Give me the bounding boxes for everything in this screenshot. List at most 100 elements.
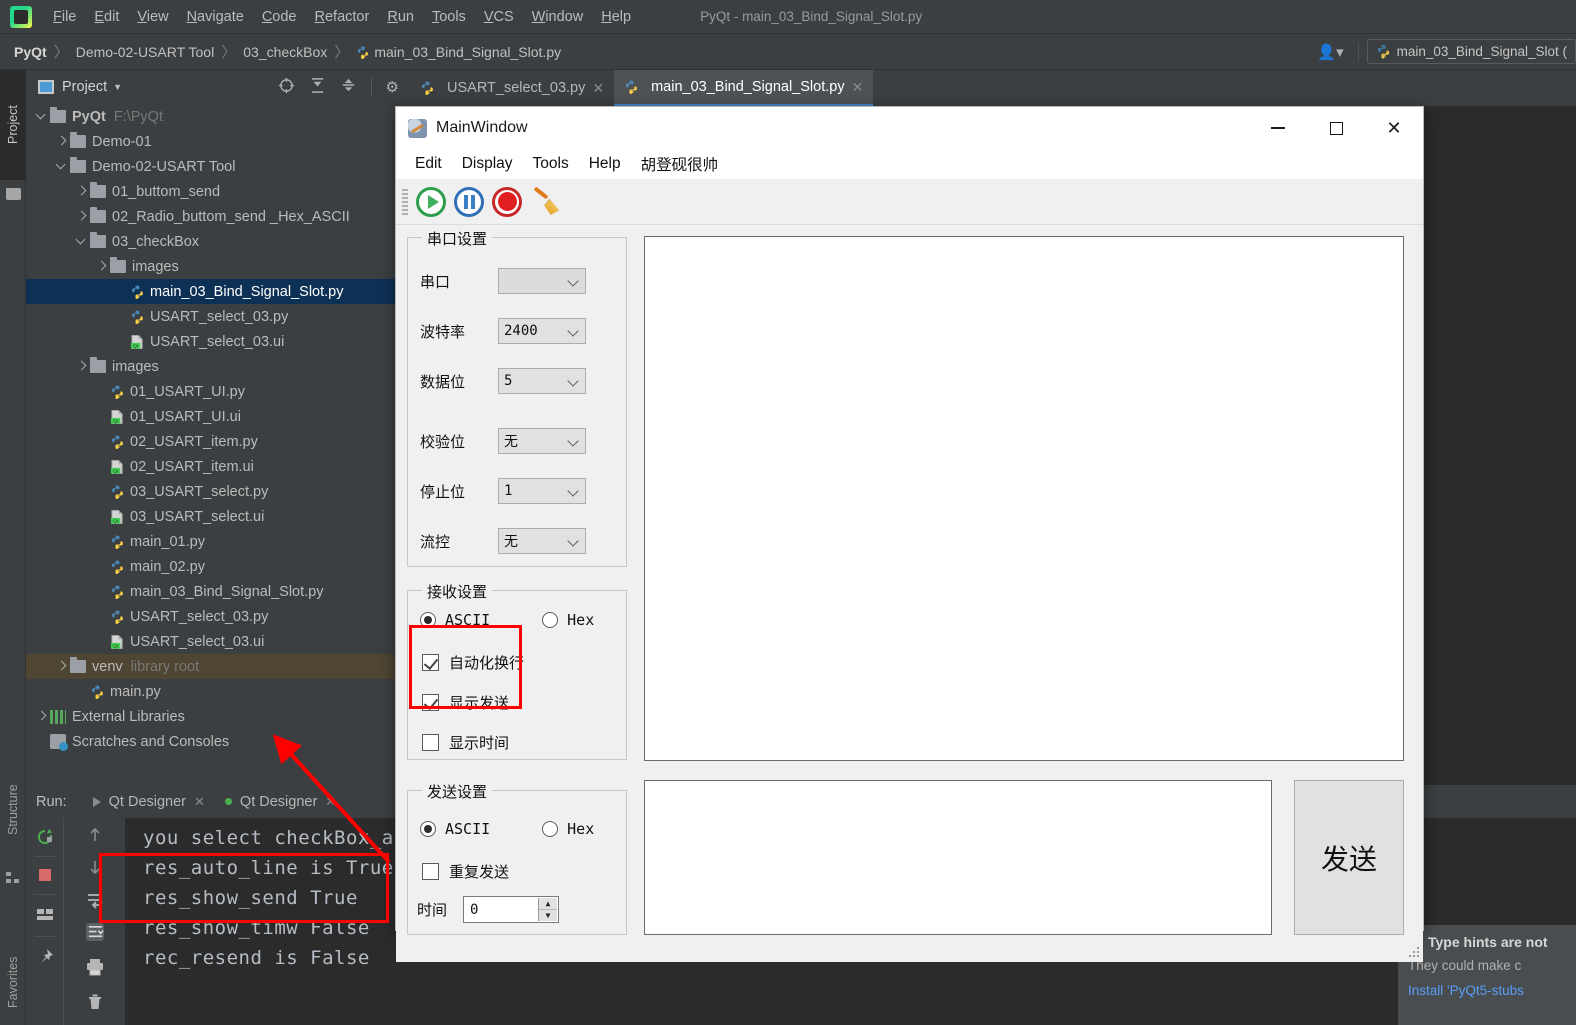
broom-icon[interactable] <box>526 183 564 221</box>
serial-combo-0[interactable] <box>498 268 586 294</box>
tree-expand-arrow-icon[interactable] <box>36 711 47 722</box>
checkbox-auto-newline[interactable]: 自动化换行 <box>422 652 524 673</box>
run-tab-1[interactable]: Qt Designer ✕ <box>215 794 346 810</box>
menu-item-refactor[interactable]: Refactor <box>306 7 379 27</box>
send-radio-hex[interactable]: Hex <box>542 820 594 838</box>
tree-row[interactable]: images <box>26 254 410 279</box>
mw-menu-item-3[interactable]: Help <box>579 155 631 173</box>
breadcrumb-item-3[interactable]: main_03_Bind_Signal_Slot.py <box>352 44 565 60</box>
pin-icon[interactable] <box>36 948 54 966</box>
menu-item-vcs[interactable]: VCS <box>475 7 523 27</box>
tree-expand-arrow-icon[interactable] <box>96 261 107 272</box>
tree-row[interactable]: Demo-02-USART Tool <box>26 154 410 179</box>
tree-expand-arrow-icon[interactable] <box>76 236 87 247</box>
pause-icon[interactable] <box>450 183 488 221</box>
locate-target-icon[interactable] <box>278 77 295 97</box>
spin-down-icon[interactable]: ▼ <box>539 910 557 921</box>
minimize-button[interactable] <box>1249 107 1307 149</box>
folder-icon[interactable] <box>6 188 21 200</box>
tool-window-button-structure[interactable]: Structure <box>0 760 26 860</box>
menu-item-window[interactable]: Window <box>523 7 593 27</box>
mw-menu-item-4[interactable]: 胡登砚很帅 <box>631 153 729 175</box>
tree-expand-arrow-icon[interactable] <box>56 136 67 147</box>
receive-radio-ascii[interactable]: ASCII <box>420 611 490 629</box>
tree-expand-arrow-icon[interactable] <box>36 111 47 122</box>
notification-action-link[interactable]: Install 'PyQt5-stubs <box>1408 983 1566 998</box>
arrow-down-icon[interactable] <box>86 858 104 876</box>
tree-row[interactable]: Qt USART_select_03.ui <box>26 329 410 354</box>
time-spinbox[interactable]: 0 ▲ ▼ <box>463 896 560 923</box>
resize-grip[interactable] <box>1408 947 1420 959</box>
tree-row[interactable]: main_01.py <box>26 529 410 554</box>
menu-item-navigate[interactable]: Navigate <box>178 7 253 27</box>
trash-icon[interactable] <box>86 993 104 1011</box>
arrow-up-icon[interactable] <box>86 826 104 844</box>
tree-row[interactable]: 01_buttom_send <box>26 179 410 204</box>
tree-row[interactable]: Qt 01_USART_UI.ui <box>26 404 410 429</box>
tree-row[interactable]: 01_USART_UI.py <box>26 379 410 404</box>
structure-icon[interactable] <box>5 870 21 886</box>
tree-row[interactable]: 03_USART_select.py <box>26 479 410 504</box>
tree-row[interactable]: main_03_Bind_Signal_Slot.py <box>26 579 410 604</box>
serial-combo-2[interactable]: 5 <box>498 368 586 394</box>
tree-row[interactable]: External Libraries <box>26 704 410 729</box>
close-tab-icon[interactable]: ✕ <box>852 79 864 96</box>
checkbox-show-time[interactable]: 显示时间 <box>422 732 509 753</box>
expand-all-icon[interactable] <box>309 77 326 97</box>
breadcrumb-item-1[interactable]: Demo-02-USART Tool <box>72 44 219 60</box>
menu-item-edit[interactable]: Edit <box>85 7 128 27</box>
tree-expand-arrow-icon[interactable] <box>56 161 67 172</box>
toolbar-grip[interactable] <box>402 188 408 215</box>
tree-row[interactable]: Scratches and Consoles <box>26 729 410 754</box>
tree-row[interactable]: 03_checkBox <box>26 229 410 254</box>
close-tab-icon[interactable]: ✕ <box>592 80 604 97</box>
menu-item-tools[interactable]: Tools <box>423 7 475 27</box>
receive-radio-hex[interactable]: Hex <box>542 611 594 629</box>
mw-menu-item-1[interactable]: Display <box>452 155 523 173</box>
spin-up-icon[interactable]: ▲ <box>539 898 558 910</box>
mw-menu-item-0[interactable]: Edit <box>405 155 452 173</box>
serial-combo-5[interactable]: 无 <box>498 528 586 554</box>
tree-expand-arrow-icon[interactable] <box>76 186 87 197</box>
tree-row[interactable]: PyQt F:\PyQt <box>26 104 410 129</box>
tree-row[interactable]: Demo-01 <box>26 129 410 154</box>
tree-row[interactable]: USART_select_03.py <box>26 604 410 629</box>
tree-row[interactable]: main_02.py <box>26 554 410 579</box>
tree-row[interactable]: USART_select_03.py <box>26 304 410 329</box>
serial-combo-4[interactable]: 1 <box>498 478 586 504</box>
tree-row[interactable]: main.py <box>26 679 410 704</box>
send-radio-ascii[interactable]: ASCII <box>420 820 490 838</box>
collapse-all-icon[interactable] <box>340 77 357 97</box>
tree-row[interactable]: images <box>26 354 410 379</box>
scroll-to-end-icon[interactable] <box>86 923 104 941</box>
checkbox-show-send[interactable]: 显示发送 <box>422 692 509 713</box>
tree-row[interactable]: Qt 03_USART_select.ui <box>26 504 410 529</box>
tree-expand-arrow-icon[interactable] <box>56 661 67 672</box>
record-icon[interactable] <box>488 183 526 221</box>
soft-wrap-icon[interactable] <box>86 891 104 909</box>
layout-icon[interactable] <box>36 906 54 924</box>
tree-row[interactable]: 02_Radio_buttom_send _Hex_ASCII <box>26 204 410 229</box>
close-run-tab-icon[interactable]: ✕ <box>194 794 205 810</box>
chevron-down-icon[interactable]: ▼ <box>113 82 122 92</box>
print-icon[interactable] <box>86 958 104 976</box>
rerun-icon[interactable] <box>36 828 54 846</box>
menu-item-help[interactable]: Help <box>592 7 640 27</box>
editor-tab-1[interactable]: main_03_Bind_Signal_Slot.py ✕ <box>614 70 874 106</box>
stop-icon[interactable] <box>36 866 54 884</box>
close-run-tab-icon[interactable]: ✕ <box>325 794 336 810</box>
serial-combo-1[interactable]: 2400 <box>498 318 586 344</box>
tree-row[interactable]: main_03_Bind_Signal_Slot.py <box>26 279 410 304</box>
breadcrumb-item-2[interactable]: 03_checkBox <box>239 44 331 60</box>
tree-expand-arrow-icon[interactable] <box>76 211 87 222</box>
editor-tab-0[interactable]: USART_select_03.py ✕ <box>410 70 614 106</box>
gear-icon[interactable]: ⚙ <box>386 80 399 95</box>
checkbox-repeat-send[interactable]: 重复发送 <box>422 861 509 882</box>
run-configuration-selector[interactable]: main_03_Bind_Signal_Slot ( <box>1366 39 1576 64</box>
send-textarea[interactable] <box>644 780 1272 935</box>
serial-combo-3[interactable]: 无 <box>498 428 586 454</box>
maximize-button[interactable] <box>1307 107 1365 149</box>
menu-item-view[interactable]: View <box>128 7 177 27</box>
tool-window-button-project[interactable]: Project <box>0 70 26 180</box>
close-button[interactable]: ✕ <box>1365 107 1423 149</box>
